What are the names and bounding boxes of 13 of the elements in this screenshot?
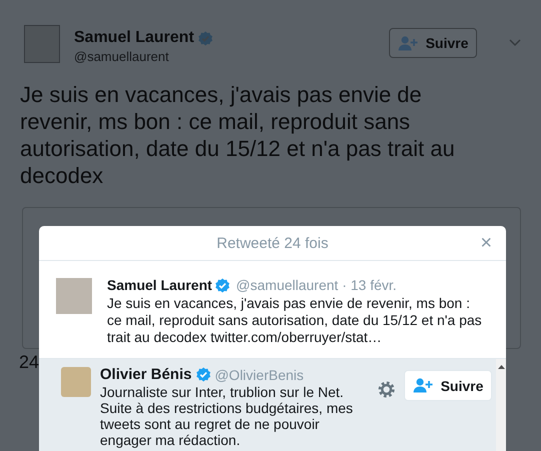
author-name: Samuel Laurent <box>74 29 194 47</box>
tweet-link[interactable]: twitter.com/oberruyer/stat… <box>210 329 382 345</box>
user-bio: Journaliste sur Inter, trublion sur le Net. Suite à des restrictions budgétaires, mes tweets sont au regret de ne pouvoir engager ma rédaction. <box>100 384 354 448</box>
retweet-count: 24 <box>19 352 40 373</box>
user-handle: @OlivierBenis <box>214 366 304 382</box>
author-handle-and-date: @samuellaurent · 13 févr. <box>236 277 397 293</box>
author-handle: @samuellaurent <box>74 49 170 64</box>
user-name[interactable]: Olivier Bénis <box>100 366 192 383</box>
author-name[interactable]: Samuel Laurent <box>107 277 212 293</box>
tweet-text: Je suis en vacances, j'avais pas envie de revenir, ms bon : ce mail, reproduit sans autorisation, date du 15/12 et n'a pas trait au decodex twitter.com/oberruyer/stat… <box>107 295 483 346</box>
modal-title: Retweeté 24 fois <box>216 234 328 252</box>
tweet-text: Je suis en vacances, j'avais pas envie de revenir, ms bon : ce mail, reproduit sans autorisation, date du 15/12 et n'a pas trait au decodex <box>20 81 456 189</box>
follow-button[interactable]: Suivre <box>404 370 492 401</box>
